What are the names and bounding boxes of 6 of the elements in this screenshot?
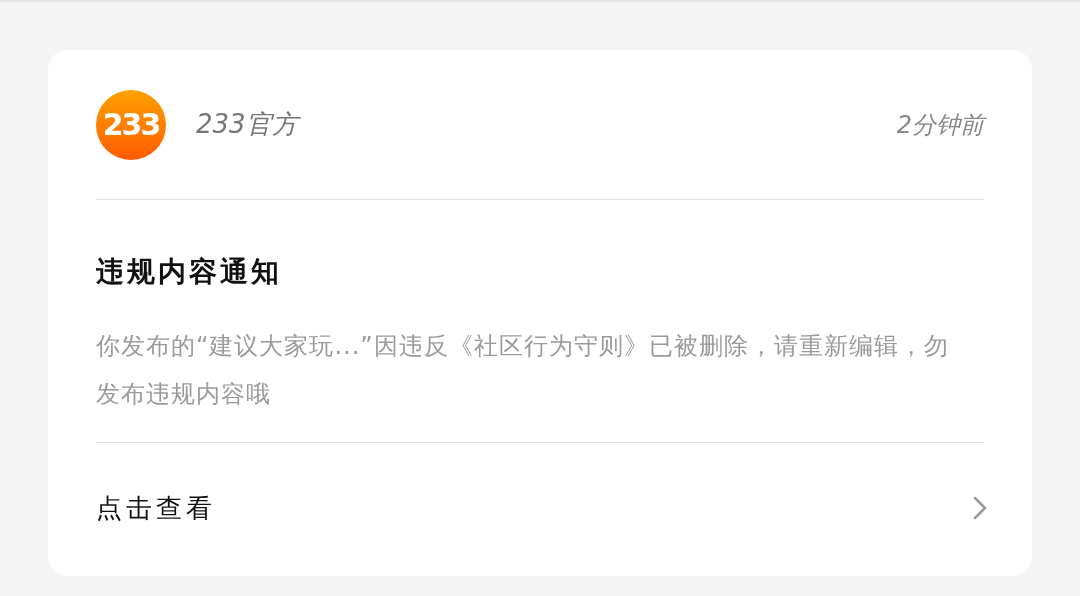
notice-body: 你发布的“建议大家玩...”因违反《社区行为守则》已被删除，请重新编辑，勿发布违规内容哦 bbox=[96, 331, 950, 410]
logo-icon: 233 bbox=[96, 89, 166, 160]
view-details-row[interactable]: 点击查看 bbox=[96, 443, 984, 573]
notice-title: 违规内容通知 bbox=[96, 254, 283, 290]
view-details-link[interactable]: 点击查看 bbox=[96, 488, 216, 528]
chevron-right-icon bbox=[972, 495, 988, 521]
